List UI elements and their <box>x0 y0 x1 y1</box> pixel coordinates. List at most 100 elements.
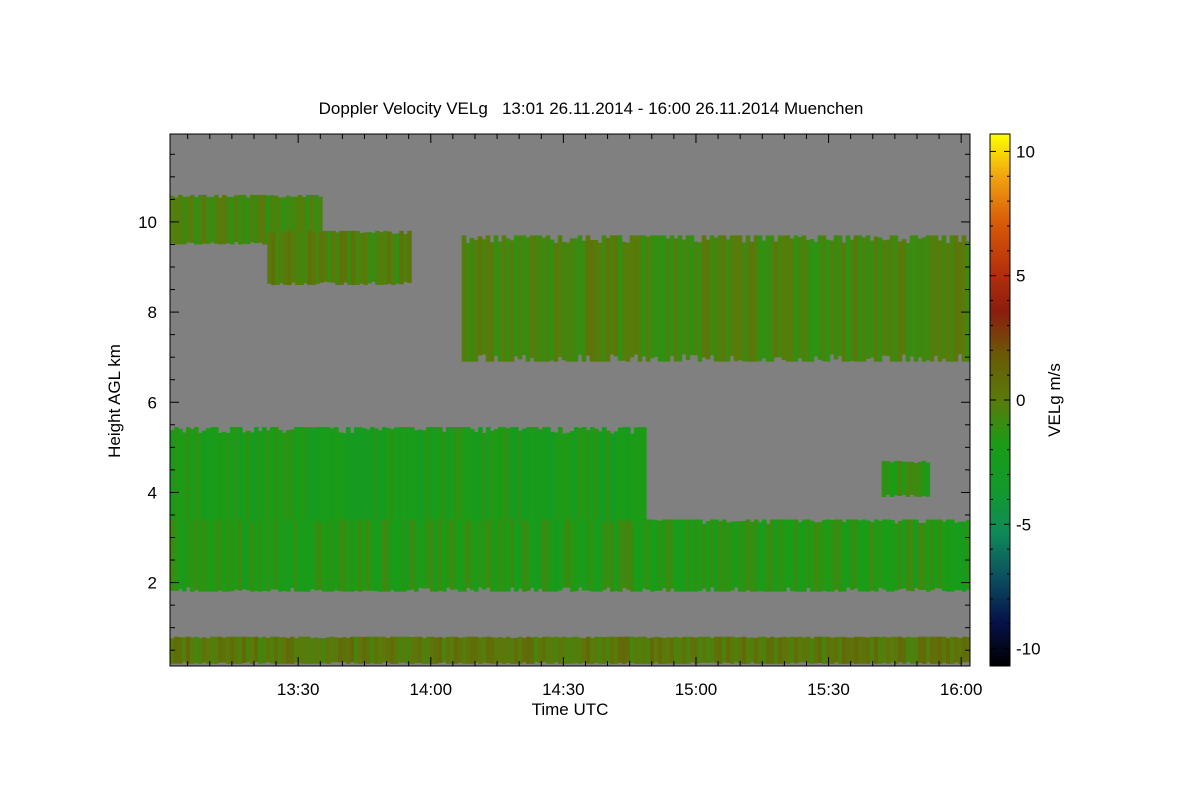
echo-strip <box>502 519 507 592</box>
echo-strip <box>713 237 719 362</box>
echo-strip <box>570 431 575 536</box>
echo-strip <box>602 522 607 590</box>
echo-strip <box>902 519 907 589</box>
echo-strip <box>917 238 923 358</box>
echo-strip <box>565 242 571 362</box>
echo-strip <box>557 235 563 357</box>
echo-strip <box>390 521 395 591</box>
echo-strip <box>346 638 351 664</box>
echo-strip <box>351 230 356 285</box>
echo-strip <box>270 636 275 664</box>
echo-strip <box>226 636 231 664</box>
echo-strip <box>370 522 375 591</box>
echo-strip <box>274 636 279 664</box>
echo-strip <box>366 636 371 664</box>
echo-strip <box>818 522 823 592</box>
echo-strip <box>593 239 599 362</box>
echo-strip <box>610 636 615 664</box>
echo-strip <box>517 235 523 360</box>
echo-strip <box>478 522 483 588</box>
echo-strip <box>890 520 895 592</box>
echo-region <box>170 636 970 664</box>
echo-strip <box>190 523 195 592</box>
echo-strip <box>350 522 355 592</box>
echo-strip <box>186 636 191 664</box>
echo-strip <box>358 636 363 664</box>
echo-strip <box>846 637 851 664</box>
echo-strip <box>905 461 911 497</box>
echo-strip <box>942 636 947 663</box>
echo-strip <box>642 636 647 664</box>
echo-strip <box>686 519 691 592</box>
echo-strip <box>874 636 879 664</box>
echo-strip <box>513 235 519 357</box>
echo-strip <box>598 522 603 592</box>
echo-strip <box>653 235 659 357</box>
echo-strip <box>710 638 715 663</box>
echo-strip <box>589 240 595 362</box>
echo-strip <box>331 230 336 283</box>
echo-strip <box>814 522 819 592</box>
echo-strip <box>242 636 247 663</box>
echo-strip <box>562 636 567 664</box>
echo-strip <box>945 242 951 362</box>
echo-strip <box>786 637 791 664</box>
echo-strip <box>234 195 239 242</box>
echo-strip <box>765 235 771 362</box>
echo-strip <box>814 636 819 664</box>
echo-strip <box>914 637 919 664</box>
echo-strip <box>662 638 667 664</box>
echo-strip <box>674 636 679 664</box>
echo-strip <box>854 519 859 589</box>
echo-strip <box>398 519 403 592</box>
echo-strip <box>721 235 727 362</box>
echo-strip <box>685 235 691 360</box>
echo-strip <box>310 638 315 664</box>
echo-strip <box>526 427 531 538</box>
echo-strip <box>766 637 771 664</box>
echo-strip <box>757 235 763 362</box>
echo-strip <box>805 240 811 362</box>
echo-strip <box>666 519 671 592</box>
echo-strip <box>885 239 891 357</box>
echo-strip <box>830 519 835 592</box>
echo-strip <box>493 235 499 356</box>
echo-strip <box>809 239 815 362</box>
echo-strip <box>510 638 515 664</box>
echo-strip <box>407 230 412 283</box>
echo-strip <box>934 636 939 664</box>
echo-strip <box>962 636 967 663</box>
echo-strip <box>306 522 311 592</box>
echo-strip <box>826 519 831 592</box>
x-tick-label: 16:00 <box>940 680 983 699</box>
echo-strip <box>914 519 919 589</box>
echo-strip <box>754 519 759 592</box>
echo-strip <box>382 636 387 663</box>
echo-strip <box>378 636 383 664</box>
echo-strip <box>665 238 671 362</box>
echo-strip <box>706 636 711 663</box>
echo-strip <box>742 636 747 664</box>
echo-strip <box>258 194 263 243</box>
echo-strip <box>790 519 795 592</box>
echo-strip <box>930 636 935 664</box>
echo-strip <box>318 523 323 590</box>
echo-strip <box>961 235 967 362</box>
echo-strip <box>574 519 579 592</box>
echo-strip <box>630 433 635 538</box>
echo-strip <box>622 636 627 664</box>
echo-strip <box>733 235 739 362</box>
echo-strip <box>662 519 667 589</box>
echo-strip <box>362 520 367 591</box>
echo-strip <box>658 637 663 664</box>
echo-strip <box>694 519 699 592</box>
echo-strip <box>367 232 372 284</box>
echo-strip <box>222 194 227 245</box>
echo-strip <box>793 235 799 362</box>
x-tick-label: 14:30 <box>542 680 585 699</box>
echo-strip <box>310 519 315 590</box>
echo-strip <box>398 427 403 536</box>
echo-strip <box>533 235 539 362</box>
echo-strip <box>882 519 887 590</box>
echo-strip <box>825 239 831 362</box>
